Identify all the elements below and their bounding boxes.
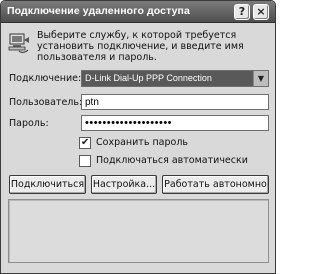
connection-select[interactable]: D-Link Dial-Up PPP Connection ▼ [81,70,269,87]
password-field[interactable] [82,116,268,130]
title-bar[interactable]: Подключение удаленного доступа ? × [1,1,275,23]
connection-label: Подключение: [9,73,82,84]
close-icon[interactable]: × [253,4,269,20]
password-field-box [81,115,269,131]
dial-up-connection-dialog: Подключение удаленного доступа ? × Выбер… [0,0,276,274]
username-field-box [81,94,269,110]
username-label: Пользователь: [9,97,83,108]
status-panel [8,199,269,263]
password-label: Пароль: [9,118,49,129]
help-icon[interactable]: ? [234,4,250,20]
instructions-text: Выберите службу, к которой требуется уст… [37,30,244,63]
window-title: Подключение удаленного доступа [7,5,190,17]
save-password-label[interactable]: Сохранить пароль [96,137,188,148]
settings-button[interactable]: Настройка... [91,175,157,194]
auto-connect-checkbox[interactable] [79,155,91,167]
save-password-checkbox[interactable]: ✔ [79,137,91,149]
connection-value: D-Link Dial-Up PPP Connection [85,73,212,83]
chevron-down-icon[interactable]: ▼ [253,71,268,86]
auto-connect-label[interactable]: Подключаться автоматически [96,155,248,166]
connect-button[interactable]: Подключиться [9,175,86,194]
work-offline-button[interactable]: Работать автономно [162,175,269,194]
checkmark-icon: ✔ [81,137,90,148]
computer-connection-icon [8,33,29,53]
username-field[interactable] [82,95,268,109]
